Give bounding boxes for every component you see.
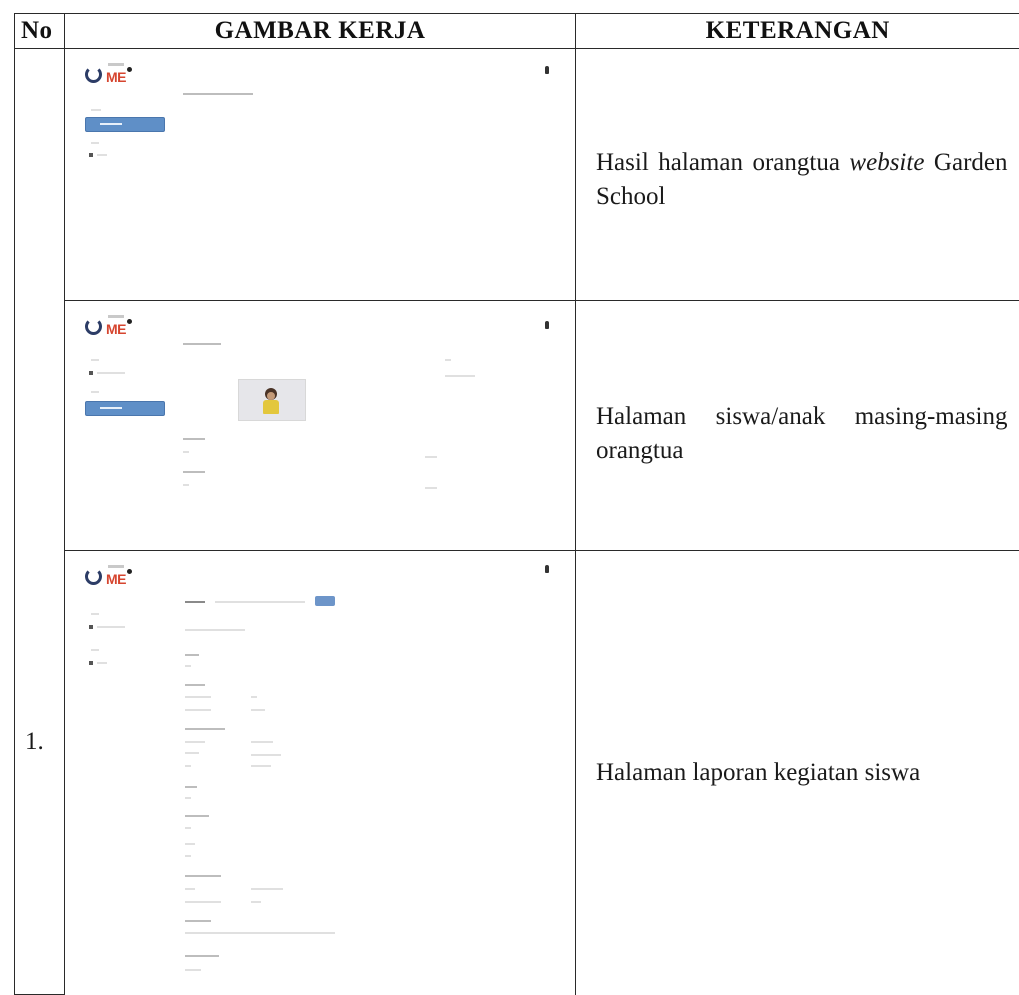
nav-bullet bbox=[89, 153, 93, 157]
text-line bbox=[183, 93, 253, 95]
keterangan-text-1: Hasil halaman orangtua website Garden Sc… bbox=[596, 146, 1008, 214]
header-keterangan: KETERANGAN bbox=[576, 14, 1019, 49]
student-page-screenshot: ME bbox=[65, 301, 575, 550]
app-logo: ME bbox=[85, 63, 145, 89]
student-photo bbox=[238, 379, 306, 421]
parent-page-screenshot: ME bbox=[65, 49, 575, 300]
nav-item-active bbox=[85, 401, 165, 416]
nav-bullet bbox=[89, 661, 93, 665]
app-logo: ME bbox=[85, 315, 145, 341]
table-row: 1. ME Hasil halaman orangtua website Gar… bbox=[15, 49, 1019, 301]
nav-bullet bbox=[89, 625, 93, 629]
row-number-cell: 1. bbox=[15, 49, 65, 995]
keterangan-cell-2: Halaman siswa/anak masing-masing orangtu… bbox=[576, 301, 1019, 551]
nav-bullet bbox=[89, 371, 93, 375]
nav-item-active bbox=[85, 117, 165, 132]
table-header-row: No GAMBAR KERJA KETERANGAN bbox=[15, 14, 1019, 49]
keterangan-text-2: Halaman siswa/anak masing-masing orangtu… bbox=[596, 400, 1008, 468]
keterangan-text-3: Halaman laporan kegiatan siswa bbox=[596, 756, 1008, 790]
user-icon bbox=[545, 321, 549, 329]
keterangan-cell-1: Hasil halaman orangtua website Garden Sc… bbox=[576, 49, 1019, 301]
work-table: No GAMBAR KERJA KETERANGAN 1. ME bbox=[14, 13, 1019, 995]
user-icon bbox=[545, 565, 549, 573]
activity-report-screenshot: ME bbox=[65, 551, 575, 995]
app-logo: ME bbox=[85, 565, 145, 591]
table-row: ME H bbox=[15, 301, 1019, 551]
screenshot-cell-3: ME bbox=[65, 551, 576, 995]
screenshot-cell-2: ME bbox=[65, 301, 576, 551]
header-no: No bbox=[15, 14, 65, 49]
header-gambar-kerja: GAMBAR KERJA bbox=[65, 14, 576, 49]
row-number: 1. bbox=[25, 728, 44, 756]
screenshot-cell-1: ME bbox=[65, 49, 576, 301]
keterangan-cell-3: Halaman laporan kegiatan siswa bbox=[576, 551, 1019, 995]
table-row: ME bbox=[15, 551, 1019, 995]
user-icon bbox=[545, 66, 549, 74]
search-button bbox=[315, 596, 335, 606]
